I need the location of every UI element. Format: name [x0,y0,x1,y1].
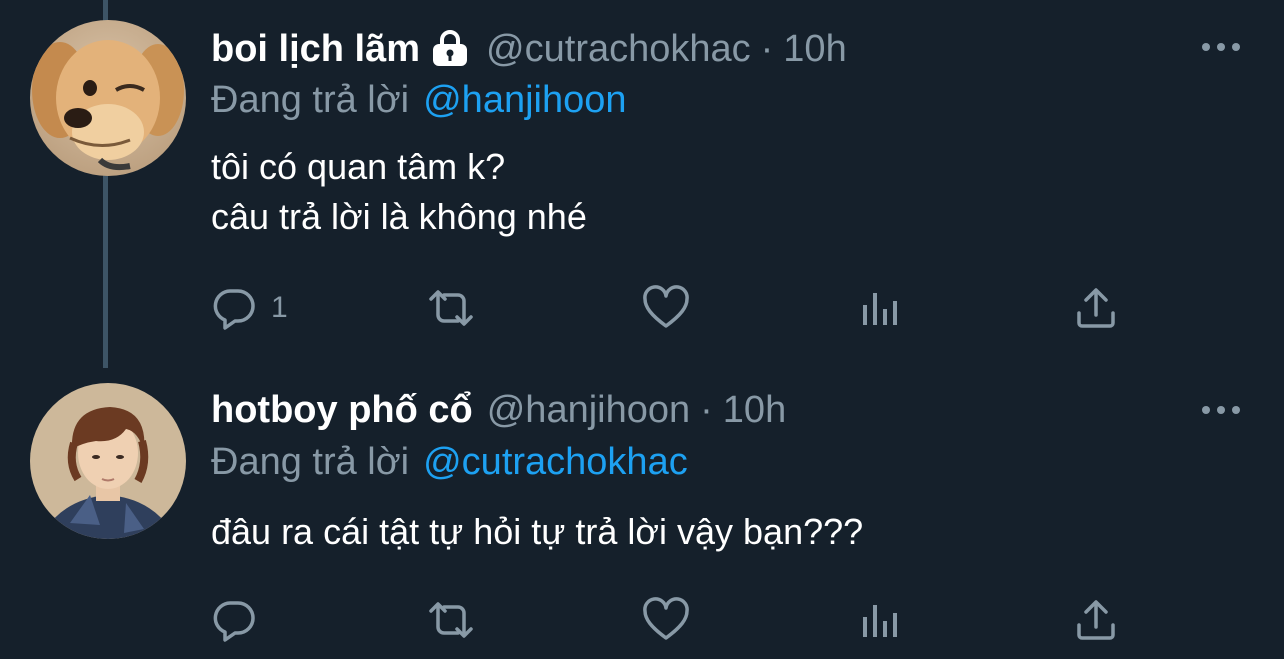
retweet-button[interactable] [423,283,479,333]
more-dots-icon [1202,406,1240,414]
heart-icon [643,285,689,328]
retweet-button[interactable] [423,595,479,645]
tweet-text-line: câu trả lời là không nhé [211,196,587,237]
like-button[interactable] [641,595,691,645]
analytics-button[interactable] [859,595,903,645]
tweet[interactable]: boi lịch lãm @cutrachokhac · 10h Đang tr… [0,0,1284,360]
share-upload-icon [1077,600,1115,640]
separator-dot: · [700,388,713,431]
person-avatar-image [30,383,186,539]
more-dots-icon [1202,43,1240,51]
avatar[interactable] [30,383,186,539]
comment-bubble-icon [213,289,255,330]
separator-dot: · [760,27,774,70]
mention-link[interactable]: @cutrachokhac [423,441,688,484]
reply-thread: boi lịch lãm @cutrachokhac · 10h Đang tr… [0,0,1284,659]
tweet-text-line: tôi có quan tâm k? [211,146,506,187]
tweet-text-line: đâu ra cái tật tự hỏi tự trả lời vậy bạn… [211,511,864,552]
user-handle[interactable]: @hanjihoon [487,389,690,432]
heart-icon [643,597,689,640]
user-handle[interactable]: @cutrachokhac [486,28,751,71]
more-options-button[interactable] [1196,32,1246,62]
replying-to: Đang trả lời @cutrachokhac [211,437,688,487]
dog-avatar-image [30,20,186,176]
analytics-bars-icon [863,605,897,637]
reply-button[interactable] [211,595,271,645]
share-upload-icon [1077,288,1115,328]
share-button[interactable] [1073,283,1119,333]
comment-bubble-icon [213,601,255,642]
analytics-button[interactable] [859,283,903,333]
display-name[interactable]: boi lịch lãm [211,28,420,71]
mention-link[interactable]: @hanjihoon [423,79,626,122]
more-options-button[interactable] [1196,395,1246,425]
retweet-icon [429,290,473,326]
replying-to-label: Đang trả lời [211,78,410,121]
tweet-text: đâu ra cái tật tự hỏi tự trả lời vậy bạn… [211,507,863,557]
timestamp[interactable]: 10h [783,28,846,71]
tweet[interactable]: hotboy phố cổ @hanjihoon · 10h Đang trả … [0,360,1284,659]
reply-count: 1 [271,291,288,324]
tweet-header: boi lịch lãm @cutrachokhac · 10h [211,22,847,76]
timestamp[interactable]: 10h [723,389,786,432]
retweet-icon [429,602,473,638]
replying-to: Đang trả lời @hanjihoon [211,75,627,125]
avatar[interactable] [30,20,186,176]
reply-button[interactable]: 1 [211,283,288,333]
analytics-bars-icon [863,293,897,325]
share-button[interactable] [1073,595,1119,645]
like-button[interactable] [641,283,691,333]
tweet-actions: 1 [211,283,1131,333]
tweet-actions [211,595,1131,645]
tweet-header: hotboy phố cổ @hanjihoon · 10h [211,383,786,437]
lock-icon [428,29,472,69]
display-name[interactable]: hotboy phố cổ [211,389,473,432]
tweet-text: tôi có quan tâm k? câu trả lời là không … [211,142,587,242]
replying-to-label: Đang trả lời [211,440,410,483]
